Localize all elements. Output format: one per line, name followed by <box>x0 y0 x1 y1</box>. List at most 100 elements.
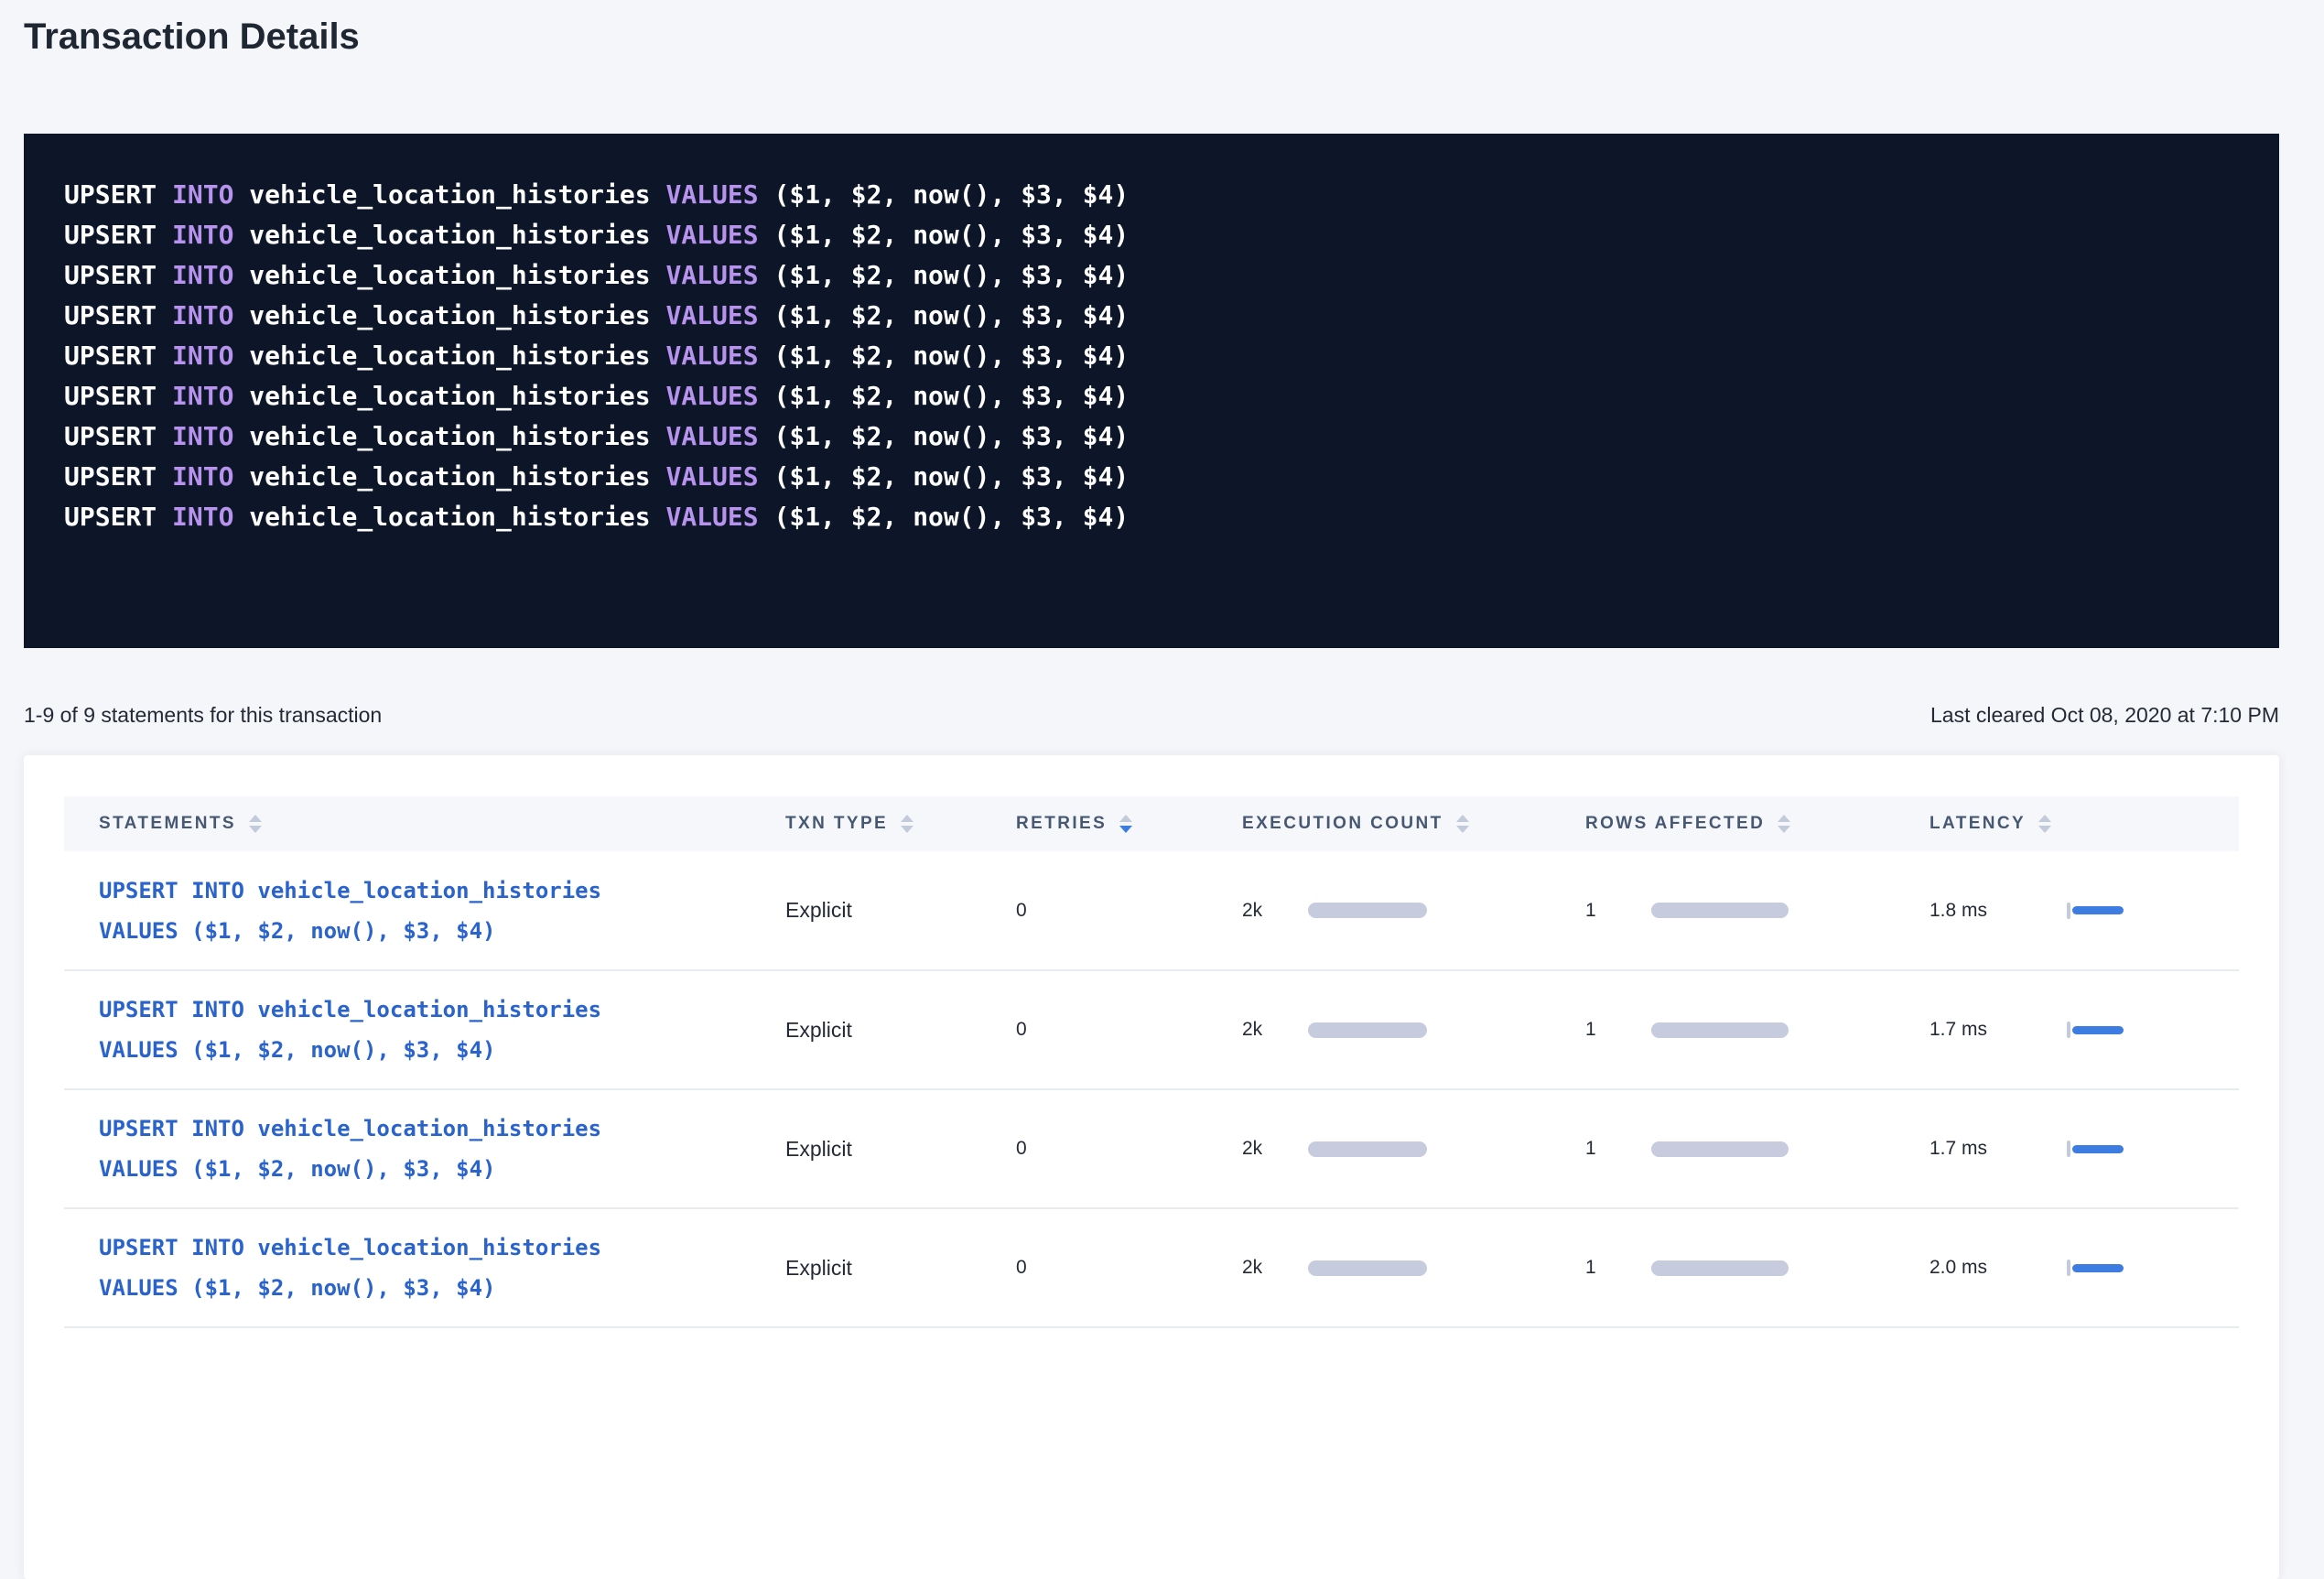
sql-keyword: INTO <box>172 502 233 532</box>
sort-icon[interactable] <box>2038 815 2051 833</box>
execution-count-value: 2k <box>1242 1257 1308 1279</box>
latency-cell: 1.8 ms <box>1929 851 2239 970</box>
sql-text: ($1, $2, now(), $3, $4) <box>759 502 1130 532</box>
column-header-latency[interactable]: LATENCY <box>1929 796 2239 851</box>
sql-text: ($1, $2, now(), $3, $4) <box>759 260 1130 290</box>
execution-count-bar <box>1308 1260 1427 1276</box>
summary-row: 1-9 of 9 statements for this transaction… <box>24 703 2279 728</box>
column-header-statements[interactable]: STATEMENTS <box>64 796 785 851</box>
statement-link[interactable]: UPSERT INTO vehicle_location_histories V… <box>99 871 785 951</box>
sql-text: vehicle_location_histories <box>233 260 665 290</box>
latency-value: 2.0 ms <box>1929 1257 2067 1279</box>
column-header-txn-type[interactable]: TXN TYPE <box>785 796 1016 851</box>
table-row: UPSERT INTO vehicle_location_histories V… <box>64 851 2239 970</box>
statement-line-2: VALUES ($1, $2, now(), $3, $4) <box>99 1030 785 1070</box>
sql-keyword: INTO <box>172 381 233 411</box>
column-header-label: STATEMENTS <box>99 814 236 834</box>
rows-affected-value: 1 <box>1585 1019 1651 1041</box>
sql-code-block: UPSERT INTO vehicle_location_histories V… <box>24 134 2279 648</box>
sql-statement-line: UPSERT INTO vehicle_location_histories V… <box>64 416 2243 457</box>
sort-icon[interactable] <box>1778 815 1790 833</box>
latency-value: 1.7 ms <box>1929 1138 2067 1160</box>
sql-text: vehicle_location_histories <box>233 179 665 210</box>
latency-bar <box>2072 1264 2124 1272</box>
sql-keyword: VALUES <box>665 260 758 290</box>
sql-keyword: VALUES <box>665 341 758 371</box>
execution-count-cell: 2k <box>1242 1089 1585 1208</box>
column-header-label: EXECUTION COUNT <box>1242 814 1443 834</box>
sql-text: vehicle_location_histories <box>233 381 665 411</box>
sql-code-lines: UPSERT INTO vehicle_location_histories V… <box>64 175 2243 537</box>
sql-keyword: VALUES <box>665 381 758 411</box>
statement-link[interactable]: UPSERT INTO vehicle_location_histories V… <box>99 990 785 1070</box>
table-row: UPSERT INTO vehicle_location_histories V… <box>64 1089 2239 1208</box>
sql-keyword: INTO <box>172 179 233 210</box>
sql-text: vehicle_location_histories <box>233 421 665 451</box>
execution-count-bar <box>1308 1141 1427 1157</box>
statements-count-text: 1-9 of 9 statements for this transaction <box>24 703 382 728</box>
sort-icon[interactable] <box>1456 815 1469 833</box>
sql-keyword: INTO <box>172 220 233 250</box>
statement-link[interactable]: UPSERT INTO vehicle_location_histories V… <box>99 1228 785 1308</box>
sql-text: vehicle_location_histories <box>233 341 665 371</box>
sql-text: UPSERT <box>64 341 172 371</box>
sql-keyword: VALUES <box>665 220 758 250</box>
column-header-execution-count[interactable]: EXECUTION COUNT <box>1242 796 1585 851</box>
latency-bar <box>2072 1145 2124 1153</box>
latency-tick <box>2067 1022 2070 1038</box>
sql-keyword: INTO <box>172 260 233 290</box>
execution-count-value: 2k <box>1242 1138 1308 1160</box>
sql-text: ($1, $2, now(), $3, $4) <box>759 300 1130 330</box>
column-header-label: TXN TYPE <box>785 814 888 834</box>
sql-keyword: INTO <box>172 421 233 451</box>
column-header-label: ROWS AFFECTED <box>1585 814 1765 834</box>
sql-text: ($1, $2, now(), $3, $4) <box>759 220 1130 250</box>
sort-icon[interactable] <box>1119 815 1132 833</box>
retries-cell: 0 <box>1016 970 1242 1089</box>
execution-count-value: 2k <box>1242 1019 1308 1041</box>
transaction-details-page: Transaction Details UPSERT INTO vehicle_… <box>0 0 2324 1579</box>
execution-count-cell: 2k <box>1242 1208 1585 1327</box>
statement-cell: UPSERT INTO vehicle_location_histories V… <box>64 1089 785 1208</box>
sql-text: vehicle_location_histories <box>233 461 665 492</box>
statement-link[interactable]: UPSERT INTO vehicle_location_histories V… <box>99 1109 785 1189</box>
sql-keyword: VALUES <box>665 300 758 330</box>
last-cleared-text: Last cleared Oct 08, 2020 at 7:10 PM <box>1930 703 2279 728</box>
statement-cell: UPSERT INTO vehicle_location_histories V… <box>64 970 785 1089</box>
column-header-rows-affected[interactable]: ROWS AFFECTED <box>1585 796 1929 851</box>
latency-bar-chart <box>2067 1141 2124 1157</box>
txn-type-cell: Explicit <box>785 970 1016 1089</box>
sql-text: ($1, $2, now(), $3, $4) <box>759 381 1130 411</box>
latency-bar-chart <box>2067 903 2124 919</box>
retries-cell: 0 <box>1016 1089 1242 1208</box>
table-header-row: STATEMENTS TXN TYPE RETRIES <box>64 796 2239 851</box>
sort-icon[interactable] <box>901 815 913 833</box>
latency-bar <box>2072 1026 2124 1034</box>
rows-affected-cell: 1 <box>1585 1089 1929 1208</box>
statements-table: STATEMENTS TXN TYPE RETRIES <box>64 796 2239 1328</box>
sql-text: UPSERT <box>64 220 172 250</box>
sort-icon[interactable] <box>249 815 262 833</box>
statement-line-1: UPSERT INTO vehicle_location_histories <box>99 990 785 1030</box>
execution-count-bar <box>1308 903 1427 918</box>
execution-count-value: 2k <box>1242 900 1308 922</box>
retries-cell: 0 <box>1016 851 1242 970</box>
sql-keyword: INTO <box>172 341 233 371</box>
txn-type-cell: Explicit <box>785 1089 1016 1208</box>
sql-statement-line: UPSERT INTO vehicle_location_histories V… <box>64 175 2243 215</box>
latency-value: 1.7 ms <box>1929 1019 2067 1041</box>
column-header-retries[interactable]: RETRIES <box>1016 796 1242 851</box>
sql-text: UPSERT <box>64 421 172 451</box>
statement-line-1: UPSERT INTO vehicle_location_histories <box>99 1228 785 1268</box>
sql-statement-line: UPSERT INTO vehicle_location_histories V… <box>64 336 2243 376</box>
statement-line-1: UPSERT INTO vehicle_location_histories <box>99 1109 785 1149</box>
execution-count-cell: 2k <box>1242 851 1585 970</box>
sql-keyword: VALUES <box>665 421 758 451</box>
column-header-label: RETRIES <box>1016 814 1107 834</box>
sql-keyword: INTO <box>172 461 233 492</box>
table-row: UPSERT INTO vehicle_location_histories V… <box>64 1208 2239 1327</box>
latency-tick <box>2067 1141 2070 1157</box>
txn-type-cell: Explicit <box>785 1208 1016 1327</box>
rows-affected-value: 1 <box>1585 900 1651 922</box>
sql-text: UPSERT <box>64 260 172 290</box>
